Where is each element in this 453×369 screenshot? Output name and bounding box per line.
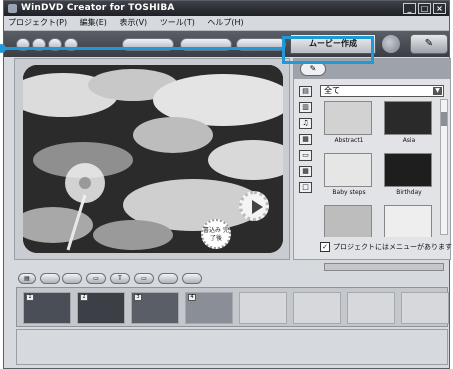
image-category-icon[interactable]: ▦	[299, 134, 312, 145]
library-category-icons: ▤ ▥ ♫ ▦ ▭ ▦ □	[299, 86, 313, 193]
menu-checkbox[interactable]: ✓	[320, 242, 330, 252]
template-grid: Abstract1 Asia Baby steps Birthday	[322, 101, 438, 237]
template-thumbnail	[324, 101, 372, 135]
template-item[interactable]: Abstract1	[322, 101, 380, 157]
storyboard-button-5[interactable]: T	[110, 273, 130, 284]
disc-icon[interactable]	[382, 35, 400, 53]
music-category-icon[interactable]: ♫	[299, 118, 312, 129]
window-controls: _ □ ×	[403, 3, 446, 14]
burn-badge: 書込み 完了後	[201, 219, 231, 249]
storyboard-slot[interactable]: 2	[77, 292, 125, 324]
burn-button[interactable]: ✎	[410, 34, 448, 54]
library-tab-icon[interactable]: ✎	[300, 62, 326, 76]
grid-category-icon[interactable]: ▦	[299, 166, 312, 177]
minimize-button[interactable]: _	[403, 3, 416, 14]
menu-checkbox-row[interactable]: ✓ プロジェクトにはメニューがあります	[320, 242, 452, 252]
storyboard-slot[interactable]: 4	[185, 292, 233, 324]
play-button[interactable]	[239, 191, 269, 221]
title-bar: WinDVD Creator for TOSHIBA _ □ ×	[4, 1, 449, 16]
storyboard-toolbar: ▤ ▭ T ▭	[14, 272, 448, 286]
template-thumbnail	[384, 205, 432, 237]
template-label: Asia	[402, 137, 416, 144]
slot-number: 3	[134, 294, 142, 301]
menu-category-icon[interactable]: ▭	[299, 150, 312, 161]
app-icon	[8, 4, 17, 13]
storyboard-slot[interactable]	[401, 292, 449, 324]
storyboard-button-7[interactable]	[158, 273, 178, 284]
storyboard-slot[interactable]	[347, 292, 395, 324]
menu-edit[interactable]: 編集(E)	[80, 18, 107, 27]
template-label: Abstract1	[334, 137, 364, 144]
library-scrollbar[interactable]	[440, 99, 448, 235]
template-thumbnail	[324, 205, 372, 237]
film-category-icon[interactable]: ▥	[299, 102, 312, 113]
template-thumbnail	[384, 101, 432, 135]
preview-panel: 書込み 完了後	[14, 58, 290, 260]
storyboard-slot[interactable]: 3	[131, 292, 179, 324]
template-item[interactable]: Birthday	[382, 153, 438, 209]
blank-category-icon[interactable]: □	[299, 182, 312, 193]
category-dropdown[interactable]: 全て ▼	[320, 85, 444, 97]
window-title: WinDVD Creator for TOSHIBA	[21, 3, 175, 13]
storyboard-view-button[interactable]: ▤	[18, 273, 36, 284]
menu-project[interactable]: プロジェクト(P)	[8, 18, 67, 27]
storyboard-button-8[interactable]	[182, 273, 202, 284]
sky-dandelion-image	[23, 65, 283, 253]
template-item[interactable]: Baby steps	[322, 153, 380, 209]
maximize-button[interactable]: □	[418, 3, 431, 14]
timeline-area	[16, 329, 448, 365]
storyboard-slot[interactable]	[239, 292, 287, 324]
template-label: Baby steps	[332, 189, 366, 196]
template-item[interactable]	[382, 205, 438, 237]
template-item[interactable]: Asia	[382, 101, 438, 157]
storyboard-slot[interactable]: 1	[23, 292, 71, 324]
storyboard: 1 2 3 4	[16, 287, 449, 327]
menu-help[interactable]: ヘルプ(H)	[207, 18, 243, 27]
storyboard-button-4[interactable]: ▭	[86, 273, 106, 284]
slot-number: 2	[80, 294, 88, 301]
menu-view[interactable]: 表示(V)	[119, 18, 147, 27]
create-movie-highlight	[282, 36, 374, 64]
video-category-icon[interactable]: ▤	[299, 86, 312, 97]
template-item[interactable]	[322, 205, 380, 237]
callout-line	[0, 47, 282, 50]
template-thumbnail	[384, 153, 432, 187]
app-window: WinDVD Creator for TOSHIBA _ □ × プロジェクト(…	[3, 0, 452, 369]
library-panel: ✎ ▤ ▥ ♫ ▦ ▭ ▦ □ 全て ▼ Abstract1 Asia Baby…	[293, 58, 452, 260]
template-label: Birthday	[396, 189, 422, 196]
main-toolbar: ムービー作成 ✎	[4, 31, 449, 57]
preview-video[interactable]: 書込み 完了後	[23, 65, 283, 253]
scroll-thumb[interactable]	[441, 112, 447, 126]
storyboard-slot[interactable]	[293, 292, 341, 324]
storyboard-button-3[interactable]	[62, 273, 82, 284]
chevron-down-icon[interactable]: ▼	[433, 87, 442, 95]
menu-bar: プロジェクト(P) 編集(E) 表示(V) ツール(T) ヘルプ(H)	[4, 16, 449, 31]
storyboard-button-2[interactable]	[40, 273, 60, 284]
slot-number: 4	[188, 294, 196, 301]
category-selected: 全て	[324, 86, 340, 95]
horizontal-scrollbar[interactable]	[324, 263, 444, 271]
template-thumbnail	[324, 153, 372, 187]
storyboard-button-6[interactable]: ▭	[134, 273, 154, 284]
slot-number: 1	[26, 294, 34, 301]
menu-checkbox-label: プロジェクトにはメニューがあります	[333, 243, 452, 251]
close-button[interactable]: ×	[433, 3, 446, 14]
menu-tools[interactable]: ツール(T)	[160, 18, 195, 27]
